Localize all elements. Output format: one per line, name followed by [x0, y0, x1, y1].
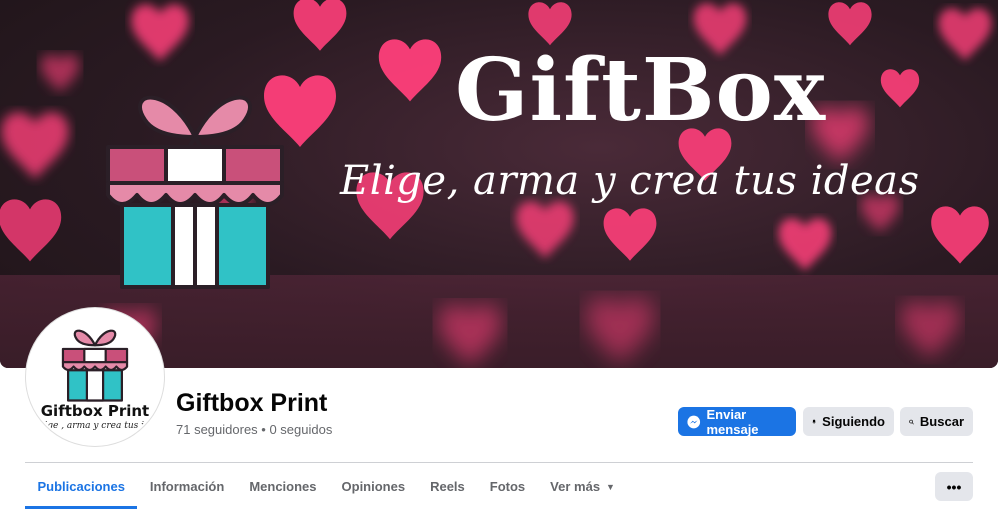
tab-fotos[interactable]: Fotos: [477, 464, 537, 509]
avatar-brand-name: Giftbox Print: [40, 402, 150, 420]
avatar-tagline: Elige , arma y crea tus ide: [34, 421, 156, 431]
tab-menciones[interactable]: Menciones: [237, 464, 329, 509]
cover-subtitle: Elige, arma y crea tus ideas: [340, 158, 920, 204]
bell-icon: [812, 419, 816, 424]
ellipsis-icon: •••: [946, 478, 962, 495]
more-options-button[interactable]: •••: [935, 472, 973, 501]
header-divider: [25, 462, 973, 463]
send-message-label: Enviar mensaje: [706, 406, 759, 437]
tab-informacion[interactable]: Información: [137, 464, 236, 509]
page-tabs: Publicaciones Información Menciones Opin…: [25, 464, 627, 509]
search-icon: [909, 419, 914, 424]
tab-reels[interactable]: Reels: [418, 464, 478, 509]
following-label: Siguiendo: [822, 414, 885, 429]
tab-opiniones[interactable]: Opiniones: [329, 464, 418, 509]
page-title[interactable]: Giftbox Print: [176, 389, 327, 418]
page-follower-stats[interactable]: 71 seguidores • 0 seguidos: [176, 422, 332, 437]
cover-photo[interactable]: GiftBox Elige, arma y crea tus ideas: [0, 0, 998, 368]
tab-ver-mas[interactable]: Ver más ▼: [538, 464, 628, 509]
following-button[interactable]: Siguiendo: [803, 407, 894, 436]
facebook-page-header: GiftBox Elige, arma y crea tus ideas Gif…: [0, 0, 1000, 509]
tab-publicaciones[interactable]: Publicaciones: [25, 464, 138, 509]
cover-title: GiftBox: [455, 40, 827, 141]
messenger-icon: [687, 415, 701, 428]
caret-down-icon: ▼: [606, 481, 615, 492]
send-message-button[interactable]: Enviar mensaje: [678, 406, 796, 437]
search-label: Buscar: [919, 414, 964, 429]
gift-shop-logo: [106, 95, 284, 289]
search-button[interactable]: Buscar: [900, 407, 973, 436]
gift-logo-icon: [61, 329, 129, 402]
profile-avatar[interactable]: Giftbox Print Elige , arma y crea tus id…: [26, 308, 164, 446]
